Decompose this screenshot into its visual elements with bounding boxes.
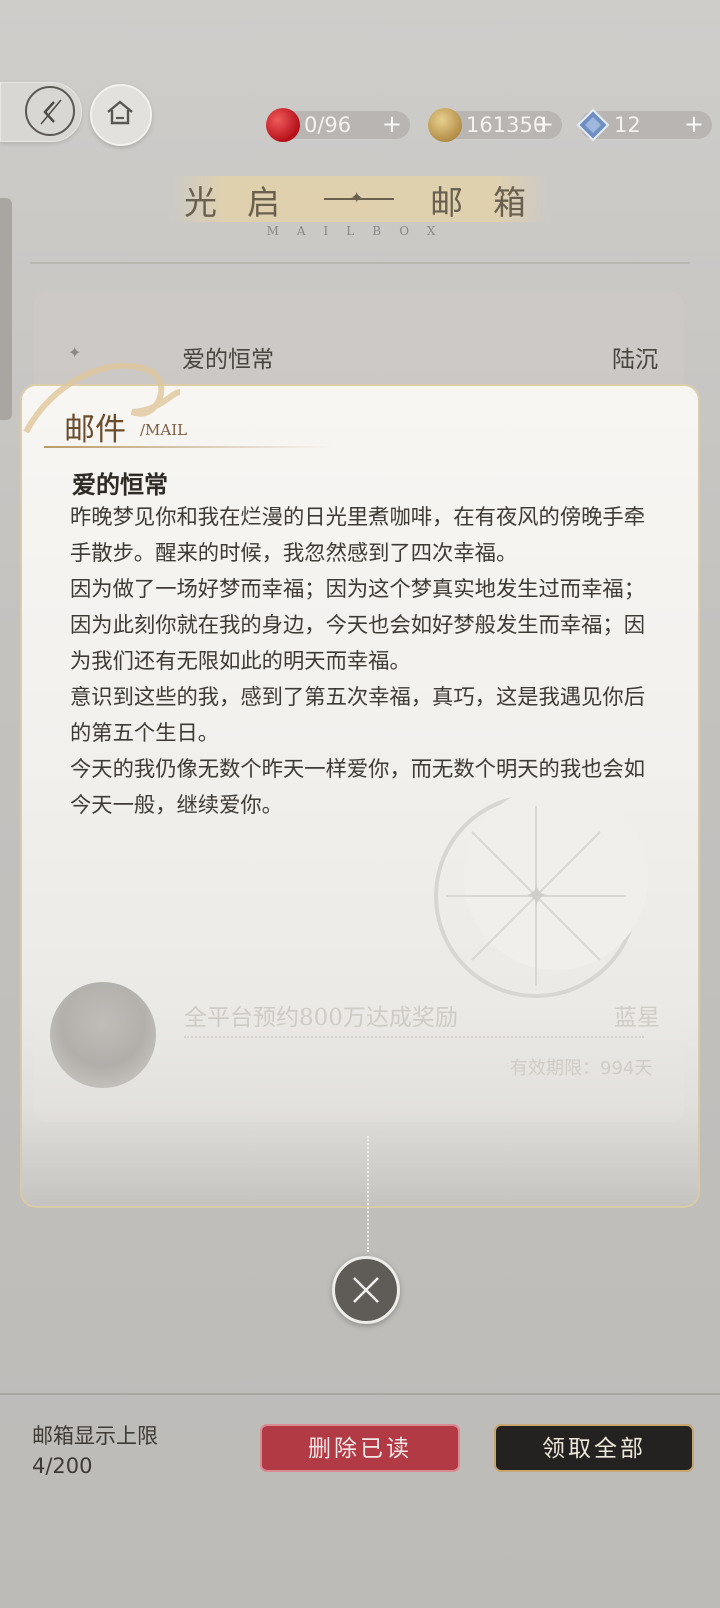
mail-paragraph: 因为做了一场好梦而幸福；因为这个梦真实地发生过而幸福；因为此刻你就在我的身边，今… [70, 577, 646, 674]
mail-list-item-title[interactable]: 爱的恒常 [182, 340, 274, 374]
svg-text:✦: ✦ [524, 879, 549, 914]
mail-paragraph: 意识到这些的我，感到了第五次幸福，真巧，这是我遇见你后的第五个生日。 [70, 685, 646, 746]
close-icon [353, 1277, 379, 1303]
scroll-indicator [0, 198, 12, 420]
mail-paragraph: 昨晚梦见你和我在烂漫的日光里煮咖啡，在有夜风的傍晚手牵手散步。醒来的时候，我忽然… [70, 505, 646, 566]
add-coin-button[interactable]: + [534, 110, 554, 138]
mail-label: 邮件 [64, 412, 126, 448]
mail-title: 爱的恒常 [72, 471, 168, 499]
page-title-left: 光启 [184, 183, 310, 222]
close-button[interactable] [332, 1256, 400, 1324]
mailbox-limit-label: 邮箱显示上限 [32, 1424, 158, 1448]
mail-label-underline [44, 446, 334, 448]
mail-body: 昨晚梦见你和我在烂漫的日光里煮咖啡，在有夜风的傍晚手牵手散步。醒来的时候，我忽然… [70, 500, 648, 824]
mail-list-item-sender: 蓝星 [614, 1005, 660, 1031]
add-diamond-button[interactable]: + [684, 110, 704, 138]
apple-icon [266, 108, 300, 142]
back-arrow-icon [40, 99, 62, 125]
claim-all-button[interactable]: 领取全部 [494, 1424, 694, 1472]
diamond-icon [576, 108, 610, 142]
back-button[interactable] [0, 82, 82, 142]
add-stamina-button[interactable]: + [382, 110, 402, 138]
mail-expire-text: 有效期限：994天 [510, 1058, 653, 1079]
delete-read-button[interactable]: 删除已读 [260, 1424, 460, 1472]
resource-coin[interactable]: 161350 + [428, 108, 562, 142]
mail-label-sub: /MAIL [140, 421, 188, 439]
sparkle-icon: ✦ [350, 188, 364, 207]
mailbox-limit-count: 4/200 [32, 1454, 93, 1478]
resource-stamina[interactable]: 0/96 + [266, 108, 410, 142]
mail-paragraph: 今天的我仍像无数个昨天一样爱你，而无数个明天的我也会如今天一般，继续爱你。 [70, 757, 646, 818]
avatar [50, 982, 156, 1088]
page-subtitle: MAILBOX [266, 224, 454, 238]
coin-icon [428, 108, 462, 142]
mail-list-item-sender: 陆沉 [612, 347, 658, 373]
home-button[interactable] [90, 84, 152, 146]
footer-divider [0, 1393, 720, 1395]
diamond-value: 12 [614, 113, 641, 137]
row-divider [184, 1036, 644, 1038]
page-title-right: 邮箱 [430, 183, 556, 222]
mail-list-item-title: 全平台预约800万达成奖励 [184, 1005, 458, 1031]
stamina-value: 0/96 [304, 113, 352, 137]
home-icon [107, 100, 133, 125]
close-connector [367, 1136, 369, 1252]
header-divider [30, 262, 690, 264]
resource-diamond[interactable]: 12 + [576, 108, 712, 142]
